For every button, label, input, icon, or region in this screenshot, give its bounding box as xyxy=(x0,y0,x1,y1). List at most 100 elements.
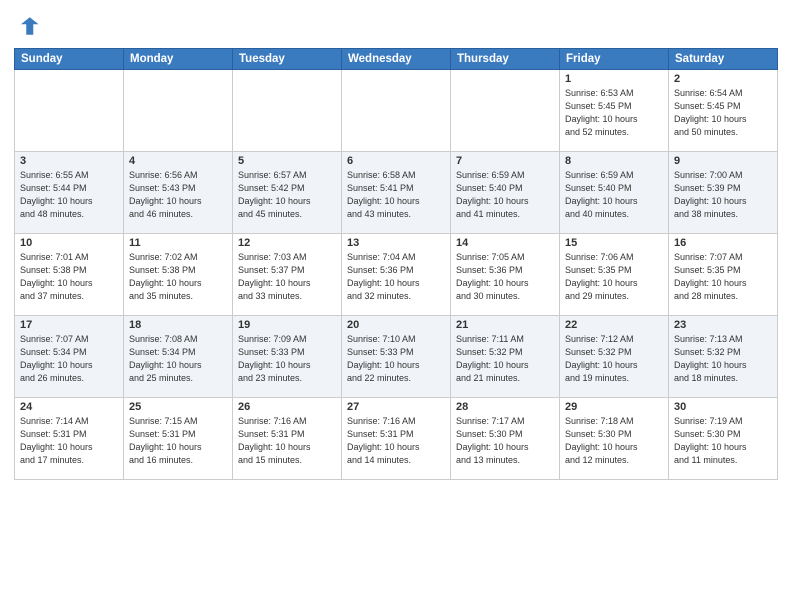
weekday-header-row: SundayMondayTuesdayWednesdayThursdayFrid… xyxy=(15,49,778,70)
day-cell xyxy=(124,70,233,152)
day-cell: 27Sunrise: 7:16 AM Sunset: 5:31 PM Dayli… xyxy=(342,398,451,480)
day-number: 25 xyxy=(129,401,227,413)
day-number: 3 xyxy=(20,155,118,167)
day-number: 17 xyxy=(20,319,118,331)
day-info: Sunrise: 7:13 AM Sunset: 5:32 PM Dayligh… xyxy=(674,333,772,385)
day-info: Sunrise: 7:04 AM Sunset: 5:36 PM Dayligh… xyxy=(347,251,445,303)
day-number: 12 xyxy=(238,237,336,249)
weekday-header-monday: Monday xyxy=(124,49,233,70)
day-info: Sunrise: 6:53 AM Sunset: 5:45 PM Dayligh… xyxy=(565,87,663,139)
day-cell: 14Sunrise: 7:05 AM Sunset: 5:36 PM Dayli… xyxy=(451,234,560,316)
day-cell: 17 Sunrise: 7:07 AM Sunset: 5:34 PM Dayli… xyxy=(15,316,124,398)
day-cell: 20 Sunrise: 7:10 AM Sunset: 5:33 PM Dayli… xyxy=(342,316,451,398)
day-number: 26 xyxy=(238,401,336,413)
calendar: SundayMondayTuesdayWednesdayThursdayFrid… xyxy=(14,48,778,480)
logo-icon xyxy=(14,12,42,40)
day-info: Sunrise: 6:54 AM Sunset: 5:45 PM Dayligh… xyxy=(674,87,772,139)
day-cell: 5 Sunrise: 6:57 AM Sunset: 5:42 PM Daylig… xyxy=(233,152,342,234)
weekday-header-friday: Friday xyxy=(560,49,669,70)
weekday-header-sunday: Sunday xyxy=(15,49,124,70)
day-number: 13 xyxy=(347,237,445,249)
day-number: 30 xyxy=(674,401,772,413)
day-number: 24 xyxy=(20,401,118,413)
day-cell: 15 Sunrise: 7:06 AM Sunset: 5:35 PM Dayli… xyxy=(560,234,669,316)
day-cell xyxy=(342,70,451,152)
day-cell: 9 Sunrise: 7:00 AM Sunset: 5:39 PM Daylig… xyxy=(669,152,778,234)
day-number: 22 xyxy=(565,319,663,331)
day-info: Sunrise: 7:16 AM Sunset: 5:31 PM Dayligh… xyxy=(238,415,336,467)
day-info: Sunrise: 7:03 AM Sunset: 5:37 PM Dayligh… xyxy=(238,251,336,303)
day-number: 29 xyxy=(565,401,663,413)
day-cell: 16 Sunrise: 7:07 AM Sunset: 5:35 PM Dayli… xyxy=(669,234,778,316)
weekday-header-wednesday: Wednesday xyxy=(342,49,451,70)
day-info: Sunrise: 7:10 AM Sunset: 5:33 PM Dayligh… xyxy=(347,333,445,385)
day-number: 10 xyxy=(20,237,118,249)
day-number: 21 xyxy=(456,319,554,331)
day-info: Sunrise: 7:18 AM Sunset: 5:30 PM Dayligh… xyxy=(565,415,663,467)
day-cell: 30 Sunrise: 7:19 AM Sunset: 5:30 PM Dayli… xyxy=(669,398,778,480)
day-info: Sunrise: 6:56 AM Sunset: 5:43 PM Dayligh… xyxy=(129,169,227,221)
weekday-header-tuesday: Tuesday xyxy=(233,49,342,70)
day-number: 6 xyxy=(347,155,445,167)
day-info: Sunrise: 7:12 AM Sunset: 5:32 PM Dayligh… xyxy=(565,333,663,385)
day-info: Sunrise: 7:06 AM Sunset: 5:35 PM Dayligh… xyxy=(565,251,663,303)
week-row-4: 17 Sunrise: 7:07 AM Sunset: 5:34 PM Dayli… xyxy=(15,316,778,398)
day-info: Sunrise: 6:58 AM Sunset: 5:41 PM Dayligh… xyxy=(347,169,445,221)
page: SundayMondayTuesdayWednesdayThursdayFrid… xyxy=(0,0,792,612)
day-cell: 13 Sunrise: 7:04 AM Sunset: 5:36 PM Dayli… xyxy=(342,234,451,316)
day-cell: 24 Sunrise: 7:14 AM Sunset: 5:31 PM Dayli… xyxy=(15,398,124,480)
weekday-header-saturday: Saturday xyxy=(669,49,778,70)
day-number: 8 xyxy=(565,155,663,167)
day-info: Sunrise: 7:16 AM Sunset: 5:31 PM Dayligh… xyxy=(347,415,445,467)
day-info: Sunrise: 7:09 AM Sunset: 5:33 PM Dayligh… xyxy=(238,333,336,385)
day-cell: 4 Sunrise: 6:56 AM Sunset: 5:43 PM Daylig… xyxy=(124,152,233,234)
day-cell xyxy=(233,70,342,152)
day-info: Sunrise: 7:07 AM Sunset: 5:34 PM Dayligh… xyxy=(20,333,118,385)
day-number: 7 xyxy=(456,155,554,167)
day-number: 11 xyxy=(129,237,227,249)
day-number: 23 xyxy=(674,319,772,331)
header xyxy=(14,12,778,40)
day-cell: 19 Sunrise: 7:09 AM Sunset: 5:33 PM Dayli… xyxy=(233,316,342,398)
day-cell: 6 Sunrise: 6:58 AM Sunset: 5:41 PM Daylig… xyxy=(342,152,451,234)
day-cell: 3 Sunrise: 6:55 AM Sunset: 5:44 PM Daylig… xyxy=(15,152,124,234)
day-cell xyxy=(451,70,560,152)
logo xyxy=(14,12,46,40)
day-number: 16 xyxy=(674,237,772,249)
day-info: Sunrise: 7:01 AM Sunset: 5:38 PM Dayligh… xyxy=(20,251,118,303)
day-number: 20 xyxy=(347,319,445,331)
day-cell xyxy=(15,70,124,152)
day-number: 15 xyxy=(565,237,663,249)
day-number: 28 xyxy=(456,401,554,413)
day-number: 19 xyxy=(238,319,336,331)
day-cell: 28Sunrise: 7:17 AM Sunset: 5:30 PM Dayli… xyxy=(451,398,560,480)
day-info: Sunrise: 7:02 AM Sunset: 5:38 PM Dayligh… xyxy=(129,251,227,303)
day-info: Sunrise: 7:14 AM Sunset: 5:31 PM Dayligh… xyxy=(20,415,118,467)
day-cell: 2 Sunrise: 6:54 AM Sunset: 5:45 PM Daylig… xyxy=(669,70,778,152)
day-info: Sunrise: 7:15 AM Sunset: 5:31 PM Dayligh… xyxy=(129,415,227,467)
day-info: Sunrise: 6:59 AM Sunset: 5:40 PM Dayligh… xyxy=(456,169,554,221)
day-cell: 1Sunrise: 6:53 AM Sunset: 5:45 PM Daylig… xyxy=(560,70,669,152)
day-info: Sunrise: 6:55 AM Sunset: 5:44 PM Dayligh… xyxy=(20,169,118,221)
day-cell: 29 Sunrise: 7:18 AM Sunset: 5:30 PM Dayli… xyxy=(560,398,669,480)
day-cell: 22 Sunrise: 7:12 AM Sunset: 5:32 PM Dayli… xyxy=(560,316,669,398)
day-number: 5 xyxy=(238,155,336,167)
day-number: 18 xyxy=(129,319,227,331)
day-info: Sunrise: 7:00 AM Sunset: 5:39 PM Dayligh… xyxy=(674,169,772,221)
day-number: 9 xyxy=(674,155,772,167)
day-number: 4 xyxy=(129,155,227,167)
day-cell: 21 Sunrise: 7:11 AM Sunset: 5:32 PM Dayli… xyxy=(451,316,560,398)
week-row-2: 3 Sunrise: 6:55 AM Sunset: 5:44 PM Daylig… xyxy=(15,152,778,234)
day-cell: 23 Sunrise: 7:13 AM Sunset: 5:32 PM Dayli… xyxy=(669,316,778,398)
day-info: Sunrise: 7:07 AM Sunset: 5:35 PM Dayligh… xyxy=(674,251,772,303)
day-info: Sunrise: 7:05 AM Sunset: 5:36 PM Dayligh… xyxy=(456,251,554,303)
week-row-3: 10 Sunrise: 7:01 AM Sunset: 5:38 PM Dayli… xyxy=(15,234,778,316)
day-info: Sunrise: 7:11 AM Sunset: 5:32 PM Dayligh… xyxy=(456,333,554,385)
day-cell: 26 Sunrise: 7:16 AM Sunset: 5:31 PM Dayli… xyxy=(233,398,342,480)
day-cell: 25 Sunrise: 7:15 AM Sunset: 5:31 PM Dayli… xyxy=(124,398,233,480)
day-number: 2 xyxy=(674,73,772,85)
day-cell: 12 Sunrise: 7:03 AM Sunset: 5:37 PM Dayli… xyxy=(233,234,342,316)
week-row-1: 1Sunrise: 6:53 AM Sunset: 5:45 PM Daylig… xyxy=(15,70,778,152)
day-info: Sunrise: 7:19 AM Sunset: 5:30 PM Dayligh… xyxy=(674,415,772,467)
day-info: Sunrise: 6:57 AM Sunset: 5:42 PM Dayligh… xyxy=(238,169,336,221)
